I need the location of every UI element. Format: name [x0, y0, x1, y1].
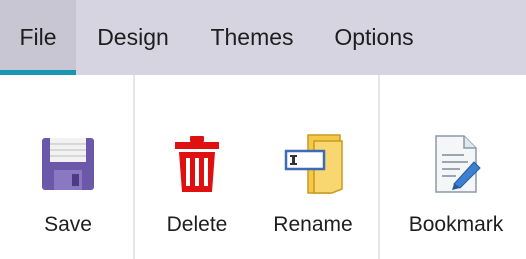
tab-design-label: Design [97, 24, 169, 50]
trash-can-icon [164, 131, 230, 197]
rename-button[interactable]: Rename [263, 75, 363, 259]
rename-folder-icon [280, 131, 346, 197]
tab-design[interactable]: Design [80, 0, 186, 75]
ribbon-panel: Save Delete Rename Bookmark [0, 75, 526, 259]
tab-themes[interactable]: Themes [192, 0, 312, 75]
tab-options[interactable]: Options [318, 0, 430, 75]
tab-themes-label: Themes [210, 24, 294, 50]
ribbon-tab-bar: File Design Themes Options [0, 0, 526, 75]
ribbon-separator [378, 75, 380, 259]
delete-button[interactable]: Delete [152, 75, 242, 259]
tab-options-label: Options [334, 24, 414, 50]
bookmark-document-icon [423, 131, 489, 197]
bookmark-button[interactable]: Bookmark [396, 75, 516, 259]
tab-file[interactable]: File [0, 0, 76, 75]
delete-label: Delete [166, 213, 228, 236]
rename-label: Rename [273, 213, 353, 236]
save-button[interactable]: Save [28, 75, 108, 259]
tab-file-label: File [19, 24, 57, 50]
ribbon-separator [133, 75, 135, 259]
save-label: Save [44, 213, 92, 236]
floppy-disk-icon [35, 131, 101, 197]
bookmark-label: Bookmark [408, 213, 504, 236]
